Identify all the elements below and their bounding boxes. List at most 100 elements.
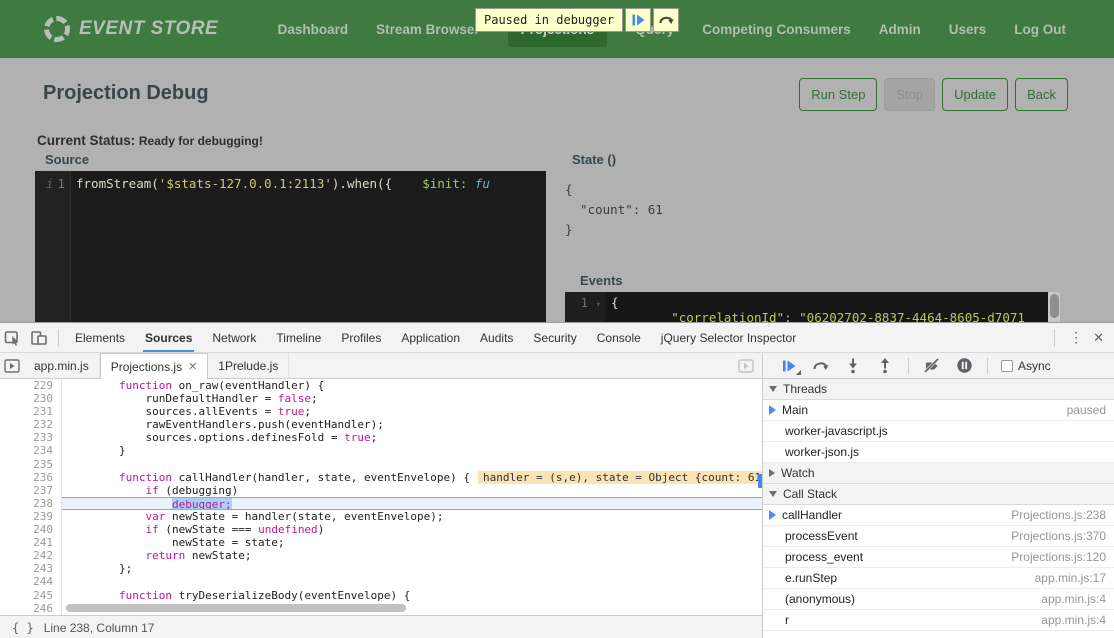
fold-arrow-icon[interactable]: ▾ (596, 300, 601, 310)
call-stack-frame[interactable]: (anonymous)app.min.js:4 (763, 589, 1114, 610)
nav-item-users[interactable]: Users (949, 22, 987, 37)
pretty-print-button[interactable]: { } (0, 621, 44, 635)
code-line-237[interactable]: 237 if (debugging) (0, 484, 762, 497)
line-number[interactable]: 237 (0, 484, 62, 497)
devtools-menu-button[interactable]: ⋮ (1061, 329, 1091, 346)
file-tab-app-min-js[interactable]: app.min.js (24, 353, 100, 378)
tab-elements[interactable]: Elements (65, 323, 135, 352)
line-number[interactable]: 233 (0, 431, 62, 444)
step-over-banner-button[interactable] (653, 8, 679, 32)
tab-jquery-selector-inspector[interactable]: jQuery Selector Inspector (651, 323, 806, 352)
pause-on-exceptions-button[interactable] (950, 355, 978, 377)
line-number[interactable]: 244 (0, 575, 62, 588)
line-number[interactable]: 242 (0, 549, 62, 562)
deactivate-breakpoints-button[interactable] (918, 355, 946, 377)
line-number[interactable]: 240 (0, 523, 62, 536)
line-number[interactable]: 235 (0, 458, 62, 471)
line-number[interactable]: 246 (0, 602, 62, 615)
events-code: { "correlationId": "06202702-8837-4464-8… (605, 292, 1025, 322)
file-tab-1prelude-js[interactable]: 1Prelude.js (208, 353, 289, 378)
code-line-236[interactable]: 236 function callHandler(handler, state,… (0, 471, 762, 484)
source-code-editor[interactable]: i1 fromStream('$stats-127.0.0.1:2113').w… (35, 171, 546, 322)
devtools-statusbar: { } Line 238, Column 17 (0, 615, 762, 638)
step-into-button[interactable] (839, 355, 867, 377)
devtools-code-editor[interactable]: 229 function on_raw(eventHandler) {230 r… (0, 379, 762, 615)
watch-section-header[interactable]: Watch (763, 463, 1114, 484)
call-stack-frame[interactable]: callHandlerProjections.js:238 (763, 505, 1114, 526)
line-number[interactable]: 239 (0, 510, 62, 523)
code-line-244[interactable]: 244 (0, 575, 762, 588)
nav-item-stream-browser[interactable]: Stream Browser (376, 22, 480, 37)
code-line-242[interactable]: 242 return newState; (0, 549, 762, 562)
code-line-234[interactable]: 234 } (0, 444, 762, 457)
stop-button[interactable]: Stop (884, 78, 935, 111)
line-number[interactable]: 241 (0, 536, 62, 549)
file-tab-projections-js[interactable]: Projections.js✕ (100, 353, 209, 379)
tab-profiles[interactable]: Profiles (331, 323, 391, 352)
nav-item-dashboard[interactable]: Dashboard (278, 22, 349, 37)
update-button[interactable]: Update (942, 78, 1008, 111)
device-toolbar-button[interactable] (26, 326, 52, 350)
code-line-238[interactable]: 238 debugger; (0, 497, 762, 510)
async-checkbox-control[interactable]: Async (1001, 359, 1051, 373)
run-step-button[interactable]: Run Step (799, 78, 877, 111)
tab-console[interactable]: Console (587, 323, 651, 352)
line-number[interactable]: 234 (0, 444, 62, 457)
code-line-233[interactable]: 233 sources.options.definesFold = true; (0, 431, 762, 444)
nav-item-competing-consumers[interactable]: Competing Consumers (702, 22, 851, 37)
thread-row[interactable]: Mainpaused (763, 400, 1114, 421)
tab-network[interactable]: Network (202, 323, 266, 352)
code-line-230[interactable]: 230 runDefaultHandler = false; (0, 392, 762, 405)
events-editor-surface: 1 ▾ { "correlationId": "06202702-8837-44… (565, 292, 1048, 322)
code-line-232[interactable]: 232 rawEventHandlers.push(eventHandler); (0, 418, 762, 431)
thread-row[interactable]: worker-javascript.js (763, 421, 1114, 442)
close-tab-icon[interactable]: ✕ (188, 360, 197, 373)
tab-timeline[interactable]: Timeline (266, 323, 331, 352)
code-line-240[interactable]: 240 if (newState === undefined) (0, 523, 762, 536)
current-status: Current Status: Ready for debugging! (37, 133, 263, 148)
step-over-button[interactable] (807, 355, 835, 377)
line-number[interactable]: 231 (0, 405, 62, 418)
step-out-button[interactable] (871, 355, 899, 377)
back-button[interactable]: Back (1015, 78, 1068, 111)
line-number[interactable]: 229 (0, 379, 62, 392)
line-number[interactable]: 232 (0, 418, 62, 431)
events-scrollbar-track[interactable] (1048, 292, 1060, 322)
code-line-229[interactable]: 229 function on_raw(eventHandler) { (0, 379, 762, 392)
line-number[interactable]: 245 (0, 589, 62, 602)
code-line-245[interactable]: 245 function tryDeserializeBody(eventEnv… (0, 589, 762, 602)
thread-row[interactable]: worker-json.js (763, 442, 1114, 463)
line-number[interactable]: 238 (0, 497, 62, 510)
line-number[interactable]: 236 (0, 471, 62, 484)
code-horizontal-scrollbar[interactable] (66, 604, 406, 612)
inspect-element-button[interactable] (0, 326, 26, 350)
line-number[interactable]: 230 (0, 392, 62, 405)
tab-security[interactable]: Security (523, 323, 586, 352)
threads-section-header[interactable]: Threads (763, 379, 1114, 400)
devtools-close-button[interactable]: ✕ (1091, 330, 1114, 346)
nav-item-admin[interactable]: Admin (879, 22, 921, 37)
resume-script-banner-button[interactable] (625, 8, 651, 32)
nav-item-log-out[interactable]: Log Out (1014, 22, 1066, 37)
events-editor[interactable]: 1 ▾ { "correlationId": "06202702-8837-44… (565, 292, 1060, 322)
tab-audits[interactable]: Audits (470, 323, 523, 352)
call-stack-frame[interactable]: process_eventProjections.js:120 (763, 547, 1114, 568)
show-drawer-button[interactable] (730, 353, 762, 378)
eventstore-brand[interactable]: EVENT STORE (44, 16, 218, 42)
code-line-243[interactable]: 243 }; (0, 562, 762, 575)
async-checkbox[interactable] (1001, 360, 1013, 372)
code-line-231[interactable]: 231 sources.allEvents = true; (0, 405, 762, 418)
show-navigator-button[interactable] (0, 353, 24, 378)
call-stack-section-header[interactable]: Call Stack (763, 484, 1114, 505)
tab-application[interactable]: Application (391, 323, 470, 352)
call-stack-frame[interactable]: processEventProjections.js:370 (763, 526, 1114, 547)
code-line-235[interactable]: 235 (0, 458, 762, 471)
code-line-239[interactable]: 239 var newState = handler(state, eventE… (0, 510, 762, 523)
call-stack-frame[interactable]: e.runStepapp.min.js:17 (763, 568, 1114, 589)
resume-script-button[interactable] (775, 355, 803, 377)
line-number[interactable]: 243 (0, 562, 62, 575)
code-line-241[interactable]: 241 newState = state; (0, 536, 762, 549)
call-stack-frame[interactable]: rapp.min.js:4 (763, 610, 1114, 631)
events-scrollbar-thumb[interactable] (1050, 294, 1059, 318)
tab-sources[interactable]: Sources (135, 323, 202, 352)
